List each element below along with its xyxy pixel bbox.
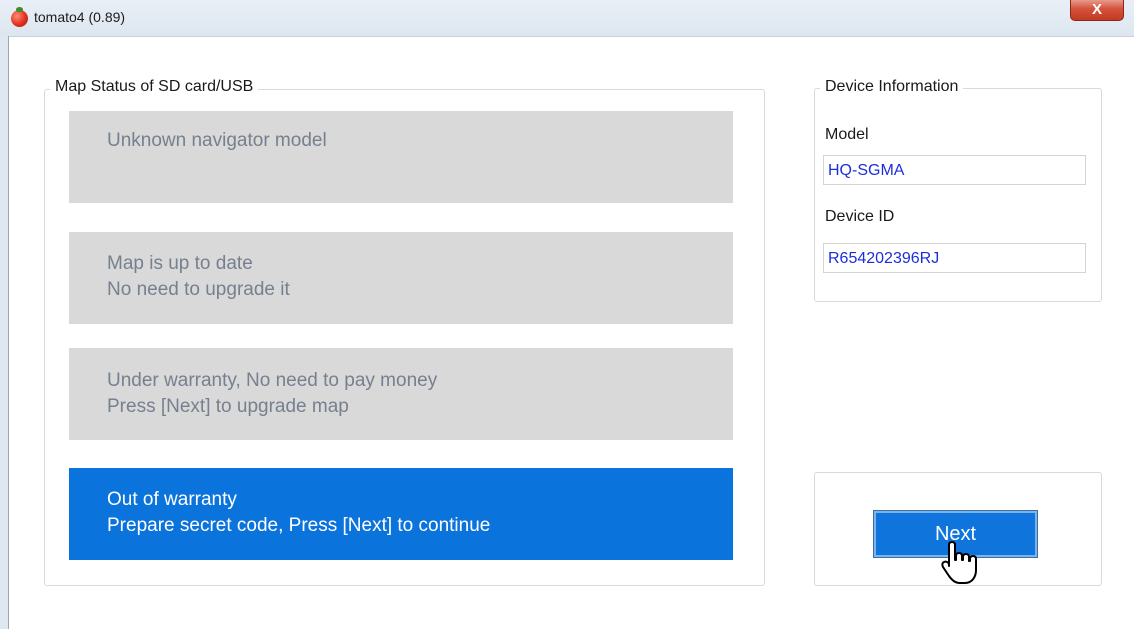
status-under-warranty: Under warranty, No need to pay money Pre…: [69, 348, 733, 440]
status-line: Unknown navigator model: [107, 130, 327, 151]
status-line: Prepare secret code, Press [Next] to con…: [107, 515, 491, 536]
status-unknown-model: Unknown navigator model: [69, 111, 733, 203]
title-bar[interactable]: tomato4 (0.89) X: [0, 0, 1134, 37]
status-line: Map is up to date: [107, 253, 253, 274]
status-line: Press [Next] to upgrade map: [107, 396, 349, 417]
status-up-to-date: Map is up to date No need to upgrade it: [69, 232, 733, 324]
status-line: No need to upgrade it: [107, 279, 290, 300]
device-id-label: Device ID: [825, 208, 895, 225]
model-field[interactable]: HQ-SGMA: [823, 155, 1086, 185]
window-title: tomato4 (0.89): [34, 9, 126, 25]
tomato-icon: [11, 7, 28, 27]
close-icon: X: [1091, 1, 1102, 18]
device-id-field[interactable]: R654202396RJ: [823, 243, 1086, 273]
window-frame-left: [0, 36, 9, 629]
close-button[interactable]: X: [1070, 0, 1124, 21]
device-info-title: Device Information: [820, 77, 964, 97]
hand-pointer-icon: [941, 541, 977, 584]
map-status-title: Map Status of SD card/USB: [50, 77, 259, 97]
status-line: Under warranty, No need to pay money: [107, 370, 438, 391]
status-out-of-warranty: Out of warranty Prepare secret code, Pre…: [69, 468, 733, 560]
model-label: Model: [825, 126, 869, 143]
status-line: Out of warranty: [107, 489, 237, 510]
app-window: tomato4 (0.89) X Map Status of SD card/U…: [0, 0, 1134, 629]
